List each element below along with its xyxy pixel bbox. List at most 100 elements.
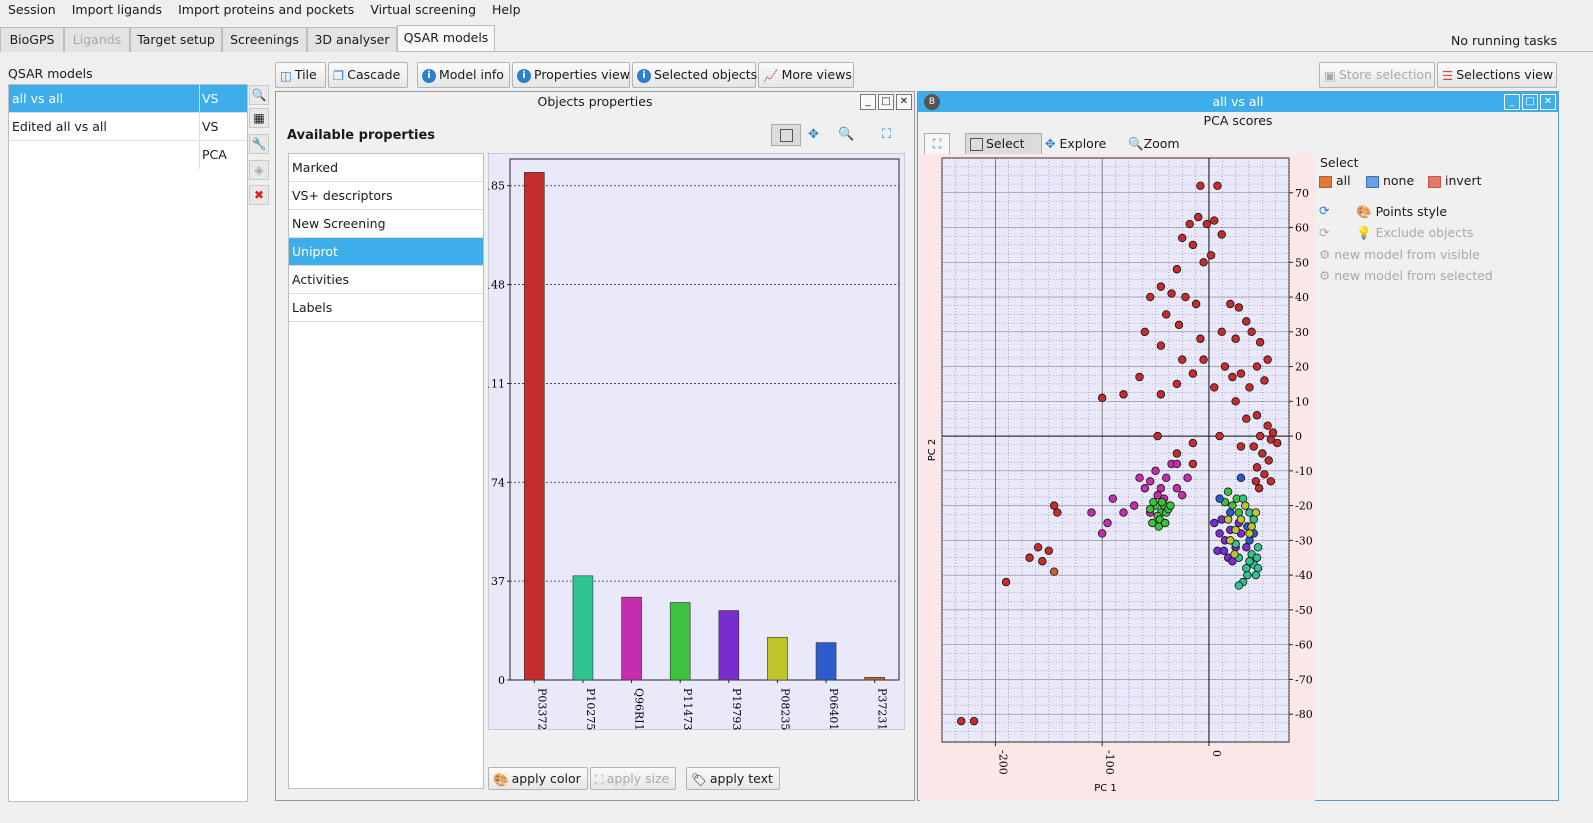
select-none-label: none [1382, 173, 1415, 188]
scatter-point [1191, 299, 1201, 309]
scatter-point [1119, 508, 1128, 517]
bar [572, 575, 594, 681]
properties-view-button[interactable]: i Properties view [512, 62, 630, 88]
scatter-point [1156, 390, 1166, 399]
pca-scores-title: PCA scores [1203, 113, 1273, 128]
scatter-y-tick-label: 70 [1295, 187, 1309, 200]
search-model-icon[interactable]: 🔍 [249, 85, 269, 105]
apply-text-button[interactable]: 🏷 apply text [686, 767, 780, 790]
select-none-button[interactable]: none [1366, 173, 1414, 188]
scatter-point [1162, 473, 1171, 483]
scatter-point [1231, 525, 1240, 535]
select-label: Select [1320, 155, 1359, 170]
model-row[interactable]: all vs all VS PCA [9, 85, 247, 141]
scatter-y-tick-label: -10 [1295, 465, 1313, 478]
menu-import-ligands[interactable]: Import ligands [64, 0, 170, 19]
scatter-point [1230, 550, 1239, 559]
scatter-y-tick-label: -80 [1295, 708, 1313, 721]
scatter-point [1210, 518, 1219, 528]
tab-qsar-models[interactable]: QSAR models [397, 25, 495, 51]
scatter-point [1196, 334, 1205, 343]
scatter-point [1167, 289, 1176, 298]
delete-model-icon[interactable]: ✖ [249, 185, 269, 205]
cascade-button[interactable]: ❐ Cascade [328, 62, 408, 88]
wrench-icon[interactable]: 🔧 [249, 134, 269, 154]
selections-view-button[interactable]: ☰ Selections view [1437, 62, 1557, 88]
resize-icon: ⛶ [595, 772, 604, 787]
model-info-button[interactable]: i Model info [417, 62, 510, 88]
menu-session[interactable]: Session [0, 0, 64, 19]
property-item[interactable]: Activities [289, 266, 483, 294]
more-views-button[interactable]: 📈 More views [758, 62, 854, 88]
grid-model-icon[interactable]: ▦ [249, 108, 269, 128]
selections-view-label: Selections view [1456, 67, 1554, 82]
tab-screenings[interactable]: Screenings [222, 27, 307, 52]
scatter-point [1242, 563, 1251, 573]
new-model-selected-button[interactable]: ⚙ new model from selected [1319, 268, 1493, 283]
scatter-point [1242, 543, 1251, 552]
scatter-x-tick-label: 0 [1210, 750, 1223, 757]
close-icon[interactable]: ✕ [896, 94, 912, 110]
apply-size-button[interactable]: ⛶ apply size [590, 767, 677, 790]
select-mode-button[interactable]: Select [965, 133, 1042, 155]
bar-y-tick-label: 148 [488, 279, 505, 292]
scatter-point [1215, 529, 1224, 538]
table-icon [1319, 175, 1332, 188]
zoom-icon[interactable]: 🔍 [838, 127, 854, 142]
refresh-disabled-icon[interactable]: ⟳ [1319, 225, 1329, 240]
menu-virtual-screening[interactable]: Virtual screening [362, 0, 484, 19]
scatter-point [1166, 501, 1175, 510]
scatter-point [1178, 490, 1187, 500]
property-item[interactable]: Uniprot [289, 238, 483, 266]
window-controls: _ □ ✕ [1504, 94, 1556, 110]
refresh-icon[interactable]: ⟳ [1319, 203, 1329, 218]
points-style-button[interactable]: 🎨 Points style [1356, 204, 1447, 220]
scatter-point [1025, 553, 1034, 562]
maximize-icon[interactable]: □ [878, 94, 894, 110]
scatter-point [1266, 477, 1276, 486]
tab-ligands[interactable]: Ligands [64, 27, 130, 52]
scatter-point [1236, 442, 1246, 451]
maximize-icon[interactable]: □ [1522, 94, 1538, 110]
select-invert-button[interactable]: invert [1428, 173, 1482, 188]
model-row[interactable]: Edited all vs all VS PCA [9, 113, 247, 169]
minimize-icon[interactable]: _ [1504, 94, 1520, 110]
select-mode-button[interactable] [771, 124, 801, 146]
scatter-point [1242, 317, 1251, 326]
tab-target-setup[interactable]: Target setup [130, 27, 222, 52]
store-selection-button[interactable]: ▣ Store selection [1319, 62, 1435, 88]
property-item[interactable]: New Screening [289, 210, 483, 238]
fit-view-icon[interactable]: ⛶ [924, 133, 950, 155]
uniprot-bar-chart: 0 37 74 111 148 185 P03372 P10275 Q96RI1 P11473 P1… [488, 153, 905, 730]
bar [621, 596, 642, 681]
bar [669, 602, 691, 681]
window-controls: _ □ ✕ [860, 94, 912, 110]
explore-mode-button[interactable]: ✥ Explore [1045, 136, 1106, 151]
property-item[interactable]: Marked [289, 154, 483, 182]
new-model-visible-button[interactable]: ⚙ new model from visible [1319, 247, 1480, 262]
tab-3d-analyser[interactable]: 3D analyser [307, 27, 397, 52]
scatter-point [1148, 518, 1157, 528]
minimize-icon[interactable]: _ [860, 94, 876, 110]
apply-color-button[interactable]: 🎨 apply color [488, 767, 588, 790]
scatter-point [1103, 518, 1112, 528]
eraser-icon[interactable]: ◈ [249, 160, 269, 180]
close-icon[interactable]: ✕ [1540, 94, 1556, 110]
scatter-point [1157, 497, 1167, 507]
tab-biogps[interactable]: BioGPS [0, 27, 64, 52]
scatter-point [1215, 494, 1224, 503]
zoom-mode-button[interactable]: 🔍Zoom [1128, 136, 1180, 152]
selected-objects-button[interactable]: i Selected objects [632, 62, 757, 88]
scatter-point [1260, 376, 1269, 385]
property-item[interactable]: Labels [289, 294, 483, 322]
tile-button[interactable]: ◫ Tile [275, 62, 326, 88]
menu-help[interactable]: Help [484, 0, 529, 19]
menu-import-proteins[interactable]: Import proteins and pockets [170, 0, 362, 19]
scatter-point [1194, 212, 1203, 222]
pan-icon[interactable]: ✥ [808, 127, 819, 142]
fit-view-icon[interactable]: ⛶ [882, 127, 891, 142]
select-all-button[interactable]: all [1319, 173, 1351, 188]
scatter-point [1226, 536, 1235, 545]
property-item[interactable]: VS+ descriptors [289, 182, 483, 210]
exclude-objects-button[interactable]: 💡 Exclude objects [1356, 225, 1474, 241]
